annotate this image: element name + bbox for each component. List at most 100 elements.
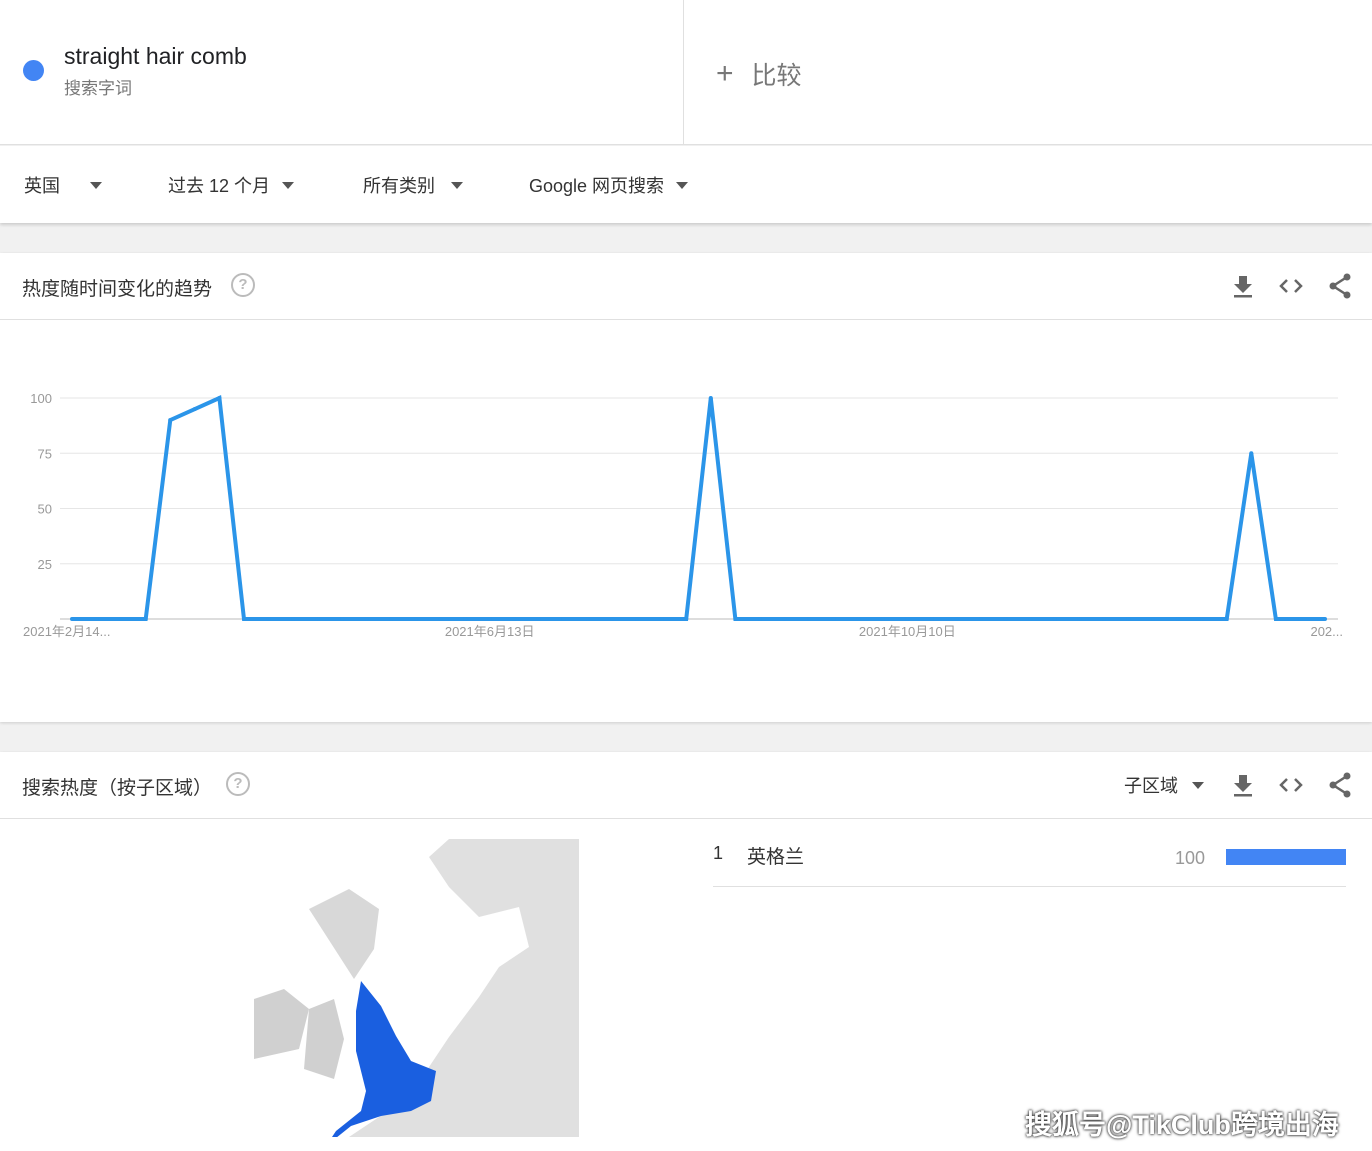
region-row[interactable]: 1 英格兰 100 [713,830,1346,887]
compare-button[interactable]: + 比较 [716,56,802,92]
data-point [757,617,762,621]
trend-chart[interactable]: 100 75 50 25 2021年2月14... 2021年6月13日 2021年10月1… [0,320,1372,722]
y-tick-label: 75 [38,446,52,461]
data-point [905,617,910,621]
data-point [708,396,713,400]
filter-search-type[interactable]: Google 网页搜索 [529,172,689,198]
data-point [856,617,861,621]
data-point [954,617,959,621]
data-point [389,617,394,621]
data-point [241,617,246,621]
data-point [831,617,836,621]
data-point [610,617,615,621]
data-point [1077,617,1082,621]
data-point [70,617,74,621]
help-icon[interactable]: ? [226,772,250,796]
caret-down-icon [282,181,295,189]
download-icon[interactable] [1232,274,1254,298]
data-point [1028,617,1033,621]
share-icon[interactable] [1328,273,1352,299]
term-color-dot [23,60,44,81]
term-type: 搜索字词 [64,79,132,98]
data-point [340,617,345,621]
data-point [585,617,590,621]
data-point [1126,617,1131,621]
caret-down-icon [676,181,689,189]
card-title: 热度随时间变化的趋势 [22,279,213,300]
data-point [364,617,369,621]
subregion-selector[interactable]: 子区域 [1124,772,1204,798]
filter-time[interactable]: 过去 12 个月 [168,172,295,198]
embed-icon[interactable] [1278,775,1304,795]
filter-bar: 英国 过去 12 个月 所有类别 Google 网页搜索 [0,146,1372,223]
data-point [438,617,443,621]
data-point [536,617,541,621]
share-icon[interactable] [1328,772,1352,798]
data-point [1052,617,1057,621]
filter-label: 所有类别 [363,176,435,196]
help-icon[interactable]: ? [231,273,255,297]
data-point [217,396,222,400]
data-point [1273,617,1278,621]
data-point [1003,617,1008,621]
data-point [1175,617,1180,621]
filter-label: 英国 [24,176,60,196]
data-point [1298,617,1303,621]
x-tick-label: 202... [1310,624,1343,639]
plus-icon: + [716,57,734,90]
y-tick-label: 25 [38,557,52,572]
data-point [512,617,517,621]
data-point [192,407,197,412]
y-tick-label: 100 [30,391,52,406]
interest-by-subregion-card: 搜索热度（按子区域） ? 子区域 [0,752,1372,1151]
x-tick-label: 2021年10月10日 [859,624,956,639]
data-point [684,617,689,621]
data-point [979,617,984,621]
caret-down-icon [451,181,463,189]
data-point [659,617,664,621]
data-point [291,617,296,621]
interest-over-time-card: 热度随时间变化的趋势 ? 100 75 50 25 2021年2月14... 2021年6… [0,253,1372,722]
data-point [413,617,418,621]
data-point [94,617,99,621]
filter-label: 过去 12 个月 [168,176,271,196]
embed-icon[interactable] [1278,276,1304,296]
search-term-bar: straight hair comb 搜索字词 + 比较 [0,0,1372,145]
caret-down-icon [1192,781,1204,789]
data-point [1249,451,1254,456]
filter-category[interactable]: 所有类别 [363,172,463,198]
region-map[interactable] [249,839,579,1137]
term-name[interactable]: straight hair comb [64,43,247,70]
data-point [807,617,812,621]
region-rank: 1 [713,843,724,863]
data-point [929,617,934,621]
search-term-card[interactable]: straight hair comb 搜索字词 [0,0,684,145]
data-point [733,617,738,621]
region-value: 100 [1175,848,1206,868]
region-name: 英格兰 [747,847,805,868]
data-point [315,617,320,621]
data-point [487,617,492,621]
data-point [1200,617,1205,621]
data-point [143,617,148,621]
x-tick-label: 2021年2月14... [23,624,110,639]
watermark: 搜狐号@TikClub跨境出海 [1025,1110,1339,1140]
filter-region[interactable]: 英国 [24,172,102,198]
data-point [168,418,173,423]
selector-label: 子区域 [1124,776,1178,796]
data-point [1151,617,1156,621]
data-point [1224,617,1229,621]
data-point [635,617,640,621]
card-title: 搜索热度（按子区域） [22,778,213,799]
y-tick-label: 50 [38,502,52,517]
download-icon[interactable] [1232,773,1254,797]
compare-label: 比较 [751,62,802,90]
data-point [463,617,468,621]
data-point [1323,617,1327,621]
data-point [880,617,885,621]
region-value-bar [1226,849,1346,865]
caret-down-icon [90,181,102,189]
data-point [782,617,787,621]
x-tick-label: 2021年6月13日 [445,624,535,639]
data-point [1101,617,1106,621]
